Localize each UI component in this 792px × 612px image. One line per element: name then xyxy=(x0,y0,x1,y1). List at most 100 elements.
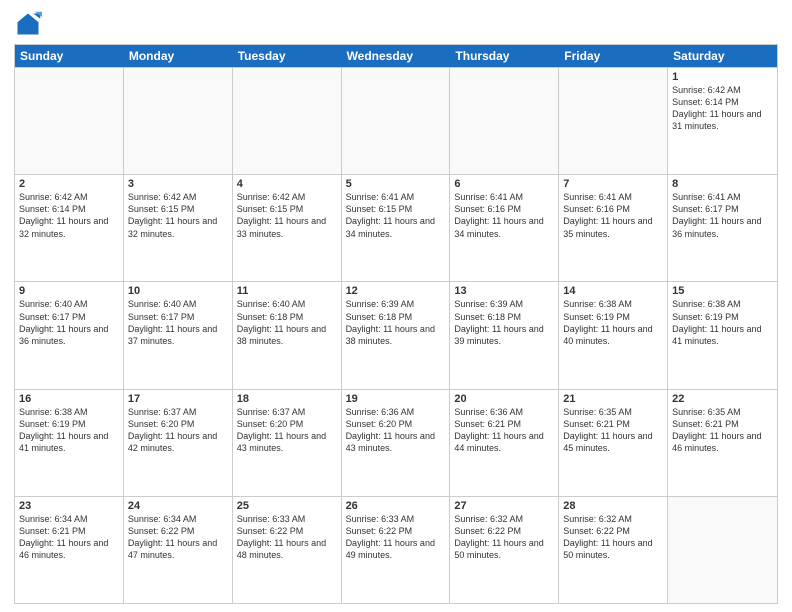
cal-cell-day-19: 19Sunrise: 6:36 AM Sunset: 6:20 PM Dayli… xyxy=(342,390,451,496)
day-number: 13 xyxy=(454,285,554,297)
calendar-header: SundayMondayTuesdayWednesdayThursdayFrid… xyxy=(15,45,777,67)
day-info: Sunrise: 6:38 AM Sunset: 6:19 PM Dayligh… xyxy=(19,406,119,455)
day-number: 8 xyxy=(672,178,773,190)
cal-cell-day-4: 4Sunrise: 6:42 AM Sunset: 6:15 PM Daylig… xyxy=(233,175,342,281)
day-info: Sunrise: 6:40 AM Sunset: 6:18 PM Dayligh… xyxy=(237,298,337,347)
day-number: 18 xyxy=(237,393,337,405)
cal-cell-empty xyxy=(450,68,559,174)
header-cell-tuesday: Tuesday xyxy=(233,45,342,67)
day-info: Sunrise: 6:41 AM Sunset: 6:15 PM Dayligh… xyxy=(346,191,446,240)
day-info: Sunrise: 6:42 AM Sunset: 6:15 PM Dayligh… xyxy=(237,191,337,240)
day-number: 27 xyxy=(454,500,554,512)
cal-cell-empty xyxy=(668,497,777,603)
day-number: 11 xyxy=(237,285,337,297)
day-info: Sunrise: 6:40 AM Sunset: 6:17 PM Dayligh… xyxy=(128,298,228,347)
day-number: 7 xyxy=(563,178,663,190)
day-number: 9 xyxy=(19,285,119,297)
day-number: 25 xyxy=(237,500,337,512)
day-number: 14 xyxy=(563,285,663,297)
calendar: SundayMondayTuesdayWednesdayThursdayFrid… xyxy=(14,44,778,604)
day-number: 5 xyxy=(346,178,446,190)
day-info: Sunrise: 6:40 AM Sunset: 6:17 PM Dayligh… xyxy=(19,298,119,347)
header-cell-sunday: Sunday xyxy=(15,45,124,67)
cal-cell-day-7: 7Sunrise: 6:41 AM Sunset: 6:16 PM Daylig… xyxy=(559,175,668,281)
day-info: Sunrise: 6:32 AM Sunset: 6:22 PM Dayligh… xyxy=(454,513,554,562)
cal-cell-day-23: 23Sunrise: 6:34 AM Sunset: 6:21 PM Dayli… xyxy=(15,497,124,603)
cal-cell-day-11: 11Sunrise: 6:40 AM Sunset: 6:18 PM Dayli… xyxy=(233,282,342,388)
day-number: 2 xyxy=(19,178,119,190)
cal-row-0: 1Sunrise: 6:42 AM Sunset: 6:14 PM Daylig… xyxy=(15,67,777,174)
cal-cell-day-10: 10Sunrise: 6:40 AM Sunset: 6:17 PM Dayli… xyxy=(124,282,233,388)
header-cell-thursday: Thursday xyxy=(450,45,559,67)
header-cell-saturday: Saturday xyxy=(668,45,777,67)
cal-cell-empty xyxy=(15,68,124,174)
header xyxy=(14,10,778,38)
day-number: 23 xyxy=(19,500,119,512)
cal-cell-day-25: 25Sunrise: 6:33 AM Sunset: 6:22 PM Dayli… xyxy=(233,497,342,603)
cal-cell-day-5: 5Sunrise: 6:41 AM Sunset: 6:15 PM Daylig… xyxy=(342,175,451,281)
day-info: Sunrise: 6:37 AM Sunset: 6:20 PM Dayligh… xyxy=(128,406,228,455)
day-number: 26 xyxy=(346,500,446,512)
logo-icon xyxy=(14,10,42,38)
day-info: Sunrise: 6:37 AM Sunset: 6:20 PM Dayligh… xyxy=(237,406,337,455)
cal-cell-day-9: 9Sunrise: 6:40 AM Sunset: 6:17 PM Daylig… xyxy=(15,282,124,388)
cal-cell-day-18: 18Sunrise: 6:37 AM Sunset: 6:20 PM Dayli… xyxy=(233,390,342,496)
day-info: Sunrise: 6:38 AM Sunset: 6:19 PM Dayligh… xyxy=(563,298,663,347)
day-number: 19 xyxy=(346,393,446,405)
cal-row-2: 9Sunrise: 6:40 AM Sunset: 6:17 PM Daylig… xyxy=(15,281,777,388)
cal-cell-day-13: 13Sunrise: 6:39 AM Sunset: 6:18 PM Dayli… xyxy=(450,282,559,388)
cal-cell-day-12: 12Sunrise: 6:39 AM Sunset: 6:18 PM Dayli… xyxy=(342,282,451,388)
cal-cell-empty xyxy=(559,68,668,174)
cal-cell-day-26: 26Sunrise: 6:33 AM Sunset: 6:22 PM Dayli… xyxy=(342,497,451,603)
header-cell-monday: Monday xyxy=(124,45,233,67)
cal-cell-day-22: 22Sunrise: 6:35 AM Sunset: 6:21 PM Dayli… xyxy=(668,390,777,496)
day-info: Sunrise: 6:35 AM Sunset: 6:21 PM Dayligh… xyxy=(563,406,663,455)
cal-row-4: 23Sunrise: 6:34 AM Sunset: 6:21 PM Dayli… xyxy=(15,496,777,603)
cal-cell-day-8: 8Sunrise: 6:41 AM Sunset: 6:17 PM Daylig… xyxy=(668,175,777,281)
day-number: 21 xyxy=(563,393,663,405)
day-number: 10 xyxy=(128,285,228,297)
cal-cell-day-28: 28Sunrise: 6:32 AM Sunset: 6:22 PM Dayli… xyxy=(559,497,668,603)
cal-cell-empty xyxy=(342,68,451,174)
page: SundayMondayTuesdayWednesdayThursdayFrid… xyxy=(0,0,792,612)
day-info: Sunrise: 6:32 AM Sunset: 6:22 PM Dayligh… xyxy=(563,513,663,562)
cal-row-3: 16Sunrise: 6:38 AM Sunset: 6:19 PM Dayli… xyxy=(15,389,777,496)
day-info: Sunrise: 6:41 AM Sunset: 6:16 PM Dayligh… xyxy=(454,191,554,240)
day-info: Sunrise: 6:39 AM Sunset: 6:18 PM Dayligh… xyxy=(454,298,554,347)
cal-cell-day-24: 24Sunrise: 6:34 AM Sunset: 6:22 PM Dayli… xyxy=(124,497,233,603)
day-info: Sunrise: 6:36 AM Sunset: 6:20 PM Dayligh… xyxy=(346,406,446,455)
day-number: 17 xyxy=(128,393,228,405)
day-info: Sunrise: 6:42 AM Sunset: 6:14 PM Dayligh… xyxy=(672,84,773,133)
day-number: 4 xyxy=(237,178,337,190)
day-number: 20 xyxy=(454,393,554,405)
day-info: Sunrise: 6:41 AM Sunset: 6:17 PM Dayligh… xyxy=(672,191,773,240)
cal-cell-day-3: 3Sunrise: 6:42 AM Sunset: 6:15 PM Daylig… xyxy=(124,175,233,281)
day-info: Sunrise: 6:38 AM Sunset: 6:19 PM Dayligh… xyxy=(672,298,773,347)
logo xyxy=(14,10,46,38)
cal-cell-empty xyxy=(233,68,342,174)
day-info: Sunrise: 6:34 AM Sunset: 6:22 PM Dayligh… xyxy=(128,513,228,562)
day-number: 24 xyxy=(128,500,228,512)
day-number: 28 xyxy=(563,500,663,512)
cal-cell-day-15: 15Sunrise: 6:38 AM Sunset: 6:19 PM Dayli… xyxy=(668,282,777,388)
day-info: Sunrise: 6:42 AM Sunset: 6:15 PM Dayligh… xyxy=(128,191,228,240)
day-info: Sunrise: 6:41 AM Sunset: 6:16 PM Dayligh… xyxy=(563,191,663,240)
cal-cell-day-17: 17Sunrise: 6:37 AM Sunset: 6:20 PM Dayli… xyxy=(124,390,233,496)
day-number: 22 xyxy=(672,393,773,405)
day-info: Sunrise: 6:35 AM Sunset: 6:21 PM Dayligh… xyxy=(672,406,773,455)
day-info: Sunrise: 6:42 AM Sunset: 6:14 PM Dayligh… xyxy=(19,191,119,240)
day-number: 12 xyxy=(346,285,446,297)
day-number: 3 xyxy=(128,178,228,190)
cal-cell-day-2: 2Sunrise: 6:42 AM Sunset: 6:14 PM Daylig… xyxy=(15,175,124,281)
cal-cell-day-6: 6Sunrise: 6:41 AM Sunset: 6:16 PM Daylig… xyxy=(450,175,559,281)
day-info: Sunrise: 6:33 AM Sunset: 6:22 PM Dayligh… xyxy=(237,513,337,562)
cal-row-1: 2Sunrise: 6:42 AM Sunset: 6:14 PM Daylig… xyxy=(15,174,777,281)
cal-cell-empty xyxy=(124,68,233,174)
cal-cell-day-14: 14Sunrise: 6:38 AM Sunset: 6:19 PM Dayli… xyxy=(559,282,668,388)
day-number: 16 xyxy=(19,393,119,405)
calendar-body: 1Sunrise: 6:42 AM Sunset: 6:14 PM Daylig… xyxy=(15,67,777,603)
day-number: 1 xyxy=(672,71,773,83)
day-info: Sunrise: 6:39 AM Sunset: 6:18 PM Dayligh… xyxy=(346,298,446,347)
cal-cell-day-27: 27Sunrise: 6:32 AM Sunset: 6:22 PM Dayli… xyxy=(450,497,559,603)
day-number: 6 xyxy=(454,178,554,190)
